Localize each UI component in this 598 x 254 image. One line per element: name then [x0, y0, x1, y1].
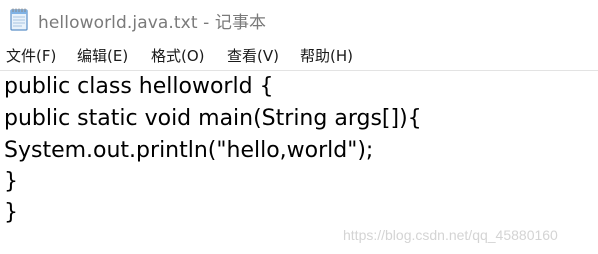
menu-bar: 文件(F) 编辑(E) 格式(O) 查看(V) 帮助(H) [0, 38, 598, 71]
menu-edit[interactable]: 编辑(E) [77, 45, 128, 66]
editor-line: public static void main(String args[]){ [4, 106, 422, 131]
title-bar[interactable]: helloworld.java.txt - 记事本 [0, 0, 598, 38]
editor-line: System.out.println("hello,world"); [4, 138, 374, 163]
menu-file[interactable]: 文件(F) [6, 45, 56, 66]
watermark-url: https://blog.csdn.net/qq_45880160 [343, 227, 558, 243]
menu-view[interactable]: 查看(V) [227, 45, 279, 66]
editor-line: } [4, 169, 18, 194]
window-title: helloworld.java.txt - 记事本 [38, 13, 267, 33]
menu-format[interactable]: 格式(O) [151, 45, 205, 66]
editor-line: } [4, 200, 18, 225]
menu-help[interactable]: 帮助(H) [300, 45, 353, 66]
editor-line: public class helloworld { [4, 74, 274, 99]
notepad-icon [8, 7, 30, 31]
